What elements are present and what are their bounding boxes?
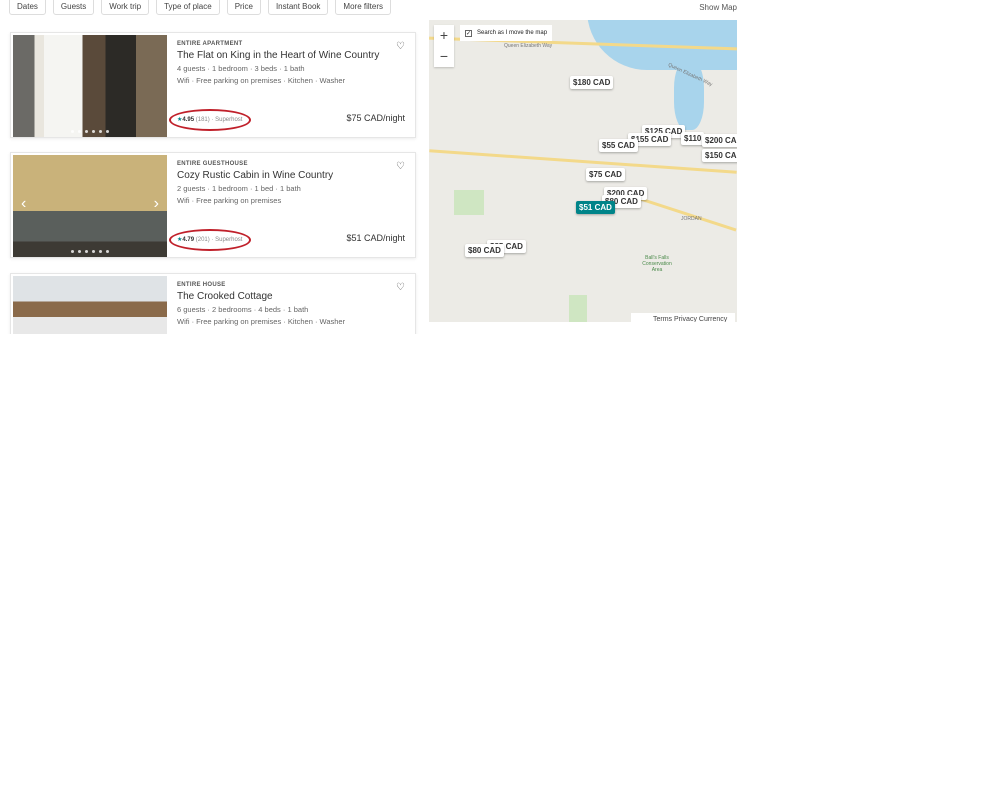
listing-card[interactable]: ‹ › ENTIRE GUESTHOUSE Cozy Rustic Cabin … (10, 152, 416, 258)
search-as-move-label: Search as I move the map (477, 30, 548, 36)
chevron-right-icon[interactable]: › (154, 195, 159, 213)
place-label: Ball's Falls Conservation Area (642, 255, 672, 273)
heart-icon[interactable]: ♡ (396, 282, 405, 293)
filter-type-of-place[interactable]: Type of place (156, 0, 220, 15)
listing-photo[interactable] (13, 35, 167, 137)
annotation-circle (169, 109, 251, 131)
price-pin[interactable]: $180 CAD (570, 76, 614, 89)
listing-type: ENTIRE APARTMENT (177, 41, 243, 47)
listing-details: 4 guests · 1 bedroom · 3 beds · 1 bath (177, 64, 305, 73)
listing-card[interactable]: ENTIRE HOUSE The Crooked Cottage 6 guest… (10, 273, 416, 334)
listing-details: 6 guests · 2 bedrooms · 4 beds · 1 bath (177, 305, 309, 314)
highway (429, 149, 737, 174)
price-pin[interactable]: $110 (681, 132, 705, 145)
photo-dots[interactable] (13, 250, 167, 253)
heart-icon[interactable]: ♡ (396, 161, 405, 172)
listing-type: ENTIRE HOUSE (177, 282, 226, 288)
map[interactable]: Queen Elizabeth Way Queen Elizabeth Way … (429, 20, 737, 322)
listing-photo[interactable]: ‹ › (13, 155, 167, 257)
listing-amenities: Wifi · Free parking on premises · Kitche… (177, 76, 346, 85)
show-map-toggle[interactable]: Show Map (699, 3, 737, 12)
price-pin-selected[interactable]: $51 CAD (576, 201, 615, 214)
listing-type: ENTIRE GUESTHOUSE (177, 161, 248, 167)
chevron-left-icon[interactable]: ‹ (21, 195, 26, 213)
filter-price[interactable]: Price (226, 0, 261, 15)
checkbox-checked-icon[interactable]: ✓ (465, 29, 472, 37)
price-pin[interactable]: $75 CAD (586, 168, 625, 181)
filter-bar: Dates Guests Work trip Type of place Pri… (9, 0, 391, 15)
listing-price: $75 CAD/night (346, 113, 405, 123)
zoom-in-button[interactable]: + (434, 25, 454, 46)
heart-icon[interactable]: ♡ (396, 41, 405, 52)
filter-guests[interactable]: Guests (52, 0, 95, 15)
viewport: Dates Guests Work trip Type of place Pri… (0, 0, 737, 334)
filter-dates[interactable]: Dates (9, 0, 46, 15)
zoom-controls: + − (434, 25, 454, 67)
place-label: JORDAN (681, 216, 702, 222)
listing-card[interactable]: ENTIRE APARTMENT The Flat on King in the… (10, 32, 416, 138)
listing-amenities: Wifi · Free parking on premises · Kitche… (177, 317, 346, 326)
road-label: Queen Elizabeth Way (504, 43, 553, 49)
listing-title[interactable]: The Crooked Cottage (177, 291, 405, 302)
photo-dots[interactable] (13, 130, 167, 133)
search-as-move-toggle[interactable]: ✓ Search as I move the map (460, 25, 553, 41)
map-footer-links[interactable]: Terms Privacy Currency (631, 313, 736, 322)
filter-more[interactable]: More filters (335, 0, 391, 15)
price-pin[interactable]: $150 CAD (702, 149, 737, 162)
listing-amenities: Wifi · Free parking on premises (177, 196, 282, 205)
park (454, 190, 484, 215)
listing-title[interactable]: Cozy Rustic Cabin in Wine Country (177, 170, 405, 181)
filter-instant-book[interactable]: Instant Book (267, 0, 329, 15)
listing-details: 2 guests · 1 bedroom · 1 bed · 1 bath (177, 184, 301, 193)
zoom-out-button[interactable]: − (434, 46, 454, 67)
listing-photo[interactable] (13, 276, 167, 334)
listing-title[interactable]: The Flat on King in the Heart of Wine Co… (177, 50, 405, 61)
price-pin[interactable]: $200 CAD (702, 134, 737, 147)
price-pin[interactable]: $80 CAD (465, 244, 504, 257)
annotation-circle (169, 229, 251, 251)
price-pin[interactable]: $55 CAD (599, 139, 638, 152)
filter-work-trip[interactable]: Work trip (101, 0, 150, 15)
listing-price: $51 CAD/night (346, 233, 405, 243)
park (569, 295, 587, 322)
